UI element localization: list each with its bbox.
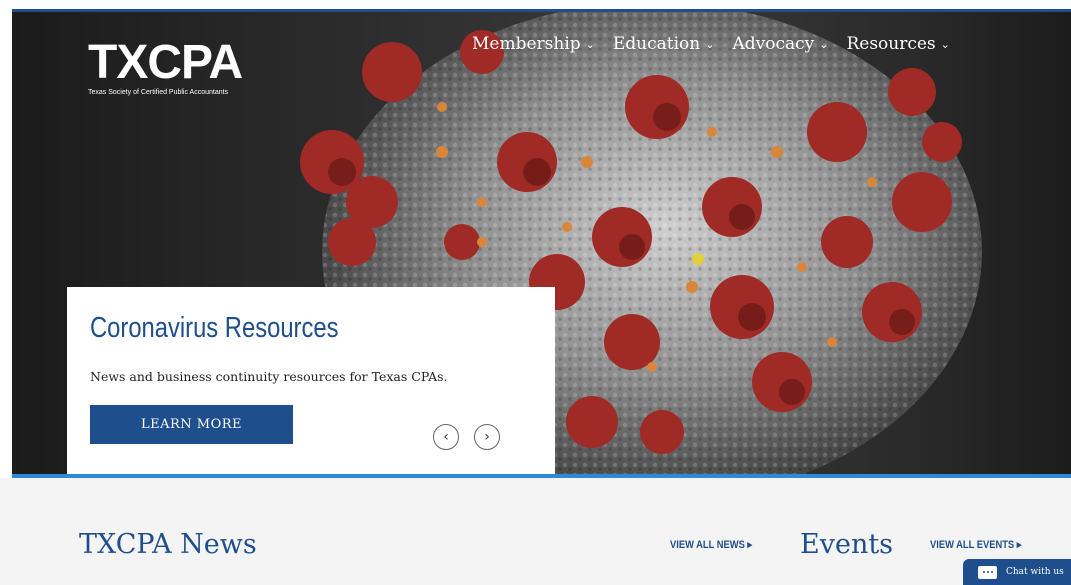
txcpa-logo[interactable]: TXCPA Texas Society of Certified Public … (88, 36, 243, 97)
chat-button[interactable]: Chat with us (963, 559, 1071, 585)
nav-item-label: Membership (472, 34, 581, 54)
chevron-down-icon: ⌄ (585, 37, 595, 51)
carousel-prev-button[interactable]: ‹ (433, 424, 459, 450)
nav-item-membership[interactable]: Membership ⌄ (472, 34, 595, 54)
main-nav: Membership ⌄ Education ⌄ Advocacy ⌄ Reso… (472, 34, 968, 54)
nav-item-label: Education (612, 34, 701, 54)
nav-item-label: Advocacy (732, 34, 815, 54)
nav-item-resources[interactable]: Resources ⌄ (846, 34, 949, 54)
chevron-down-icon: ⌄ (940, 37, 950, 51)
logo-mark: TXCPA (88, 36, 243, 89)
chevron-down-icon: ⌄ (819, 37, 829, 51)
view-all-events-link[interactable]: VIEW ALL EVENTS ▸ (930, 538, 1021, 551)
chevron-right-icon: › (484, 429, 490, 445)
nav-item-education[interactable]: Education ⌄ (613, 34, 715, 54)
news-events-section: TXCPA News VIEW ALL NEWS ▸ Events VIEW A… (0, 478, 1071, 585)
learn-more-button[interactable]: LEARN MORE (90, 405, 293, 444)
hero-card-title: Coronavirus Resources (90, 312, 339, 344)
hero-card-description: News and business continuity resources f… (90, 369, 448, 384)
chevron-left-icon: ‹ (443, 429, 449, 445)
news-heading: TXCPA News (79, 529, 257, 560)
events-heading: Events (800, 529, 894, 560)
nav-item-advocacy[interactable]: Advocacy ⌄ (732, 34, 828, 54)
chat-label: Chat with us (1006, 567, 1064, 577)
nav-item-label: Resources (846, 34, 936, 54)
view-all-news-link[interactable]: VIEW ALL NEWS ▸ (670, 538, 752, 551)
chat-bubble-icon (978, 565, 997, 579)
hero-card: Coronavirus Resources News and business … (67, 287, 555, 474)
chevron-down-icon: ⌄ (705, 37, 715, 51)
carousel-next-button[interactable]: › (474, 424, 500, 450)
logo-tagline: Texas Society of Certified Public Accoun… (88, 89, 229, 96)
